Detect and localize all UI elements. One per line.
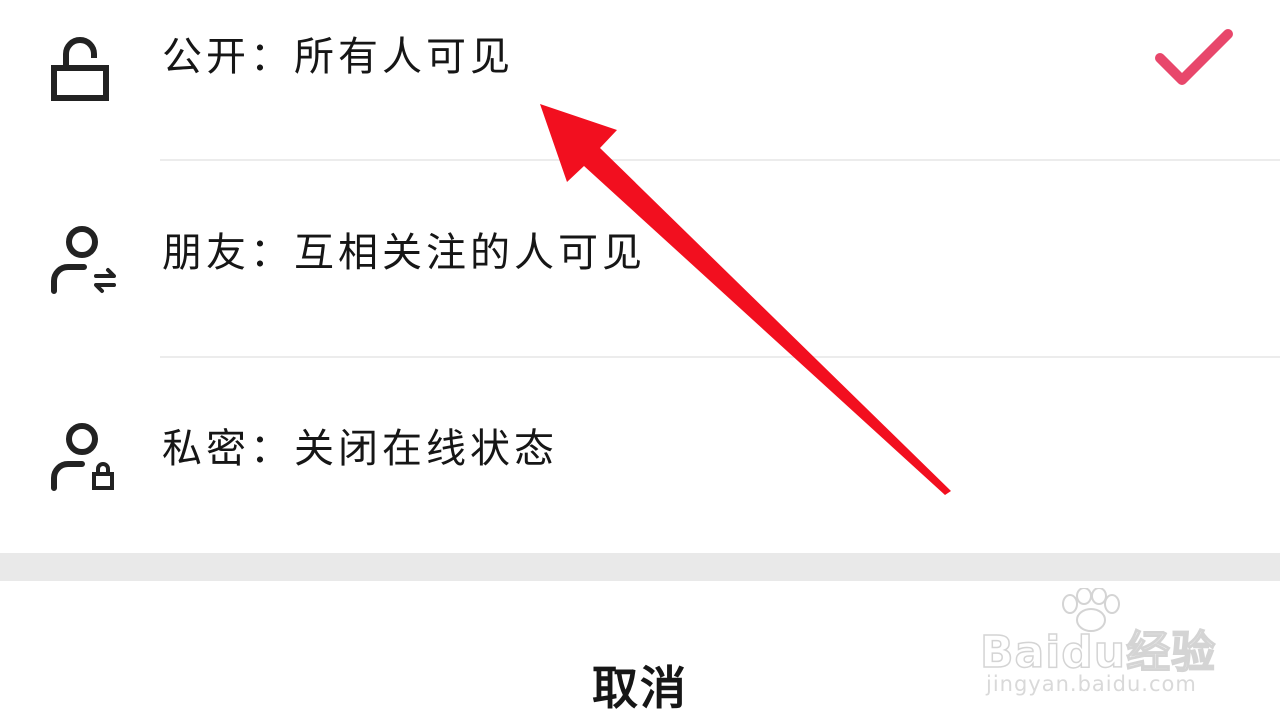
option-public[interactable]: 公开：所有人可见 — [0, 0, 1280, 156]
check-icon — [1155, 29, 1233, 85]
option-private[interactable]: 私密：关闭在线状态 — [0, 358, 1280, 554]
option-friends-label: 朋友：互相关注的人可见 — [162, 230, 646, 276]
option-friends[interactable]: 朋友：互相关注的人可见 — [0, 161, 1280, 357]
cancel-button-label: 取消 — [592, 661, 688, 715]
user-private-lock-icon — [51, 423, 114, 491]
visibility-options-sheet: 公开：所有人可见 朋友：互相关注的人可见 私密：关闭在线状态 取消 Baidu经… — [0, 0, 1280, 728]
user-mutual-follow-icon — [51, 226, 116, 294]
unlocked-padlock-icon — [51, 37, 109, 101]
option-private-label: 私密：关闭在线状态 — [162, 426, 558, 472]
option-public-label: 公开：所有人可见 — [162, 34, 514, 80]
section-gap — [0, 553, 1280, 581]
